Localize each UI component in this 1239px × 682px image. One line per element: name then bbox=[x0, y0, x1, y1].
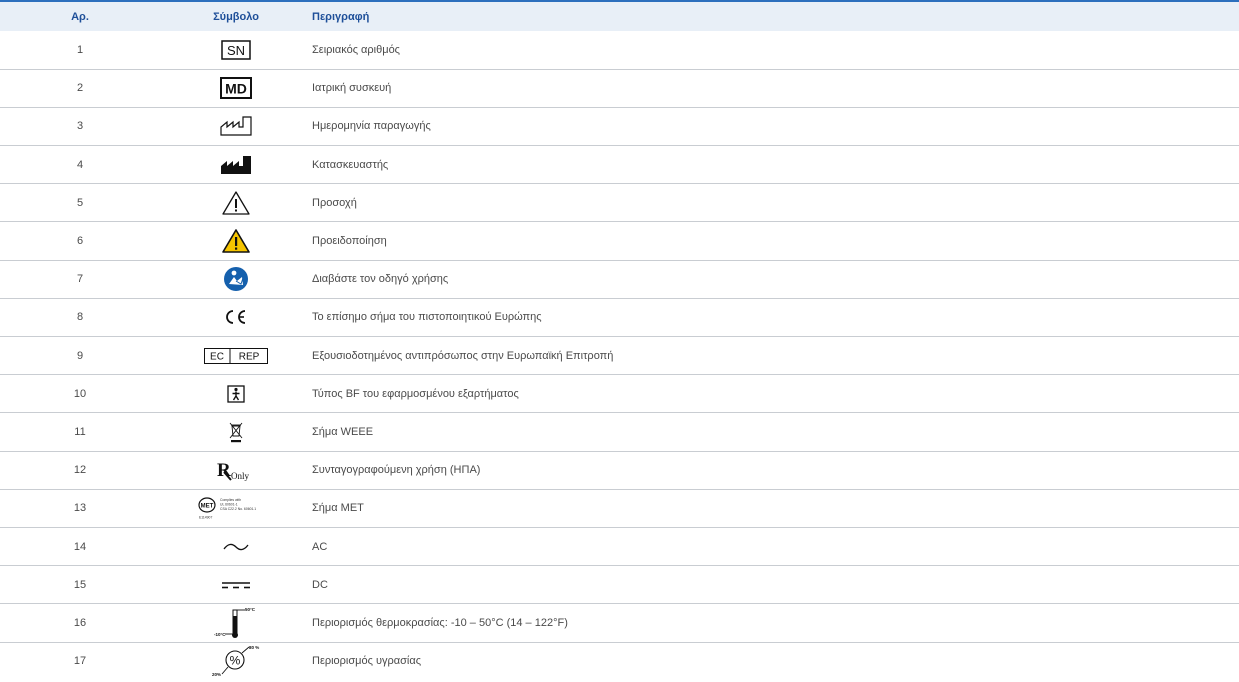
row-description: Κατασκευαστής bbox=[312, 145, 1239, 185]
table-header-row: Αρ. Σύμβολο Περιγραφή bbox=[0, 0, 1239, 31]
row-number: 14 bbox=[0, 527, 160, 567]
row-number: 12 bbox=[0, 451, 160, 490]
row-number: 11 bbox=[0, 412, 160, 452]
row-number: 16 bbox=[0, 603, 160, 643]
humidity-limit-icon: % 80 % 20% bbox=[212, 645, 259, 677]
warning-icon bbox=[222, 229, 250, 253]
row-number: 15 bbox=[0, 565, 160, 605]
row-number: 5 bbox=[0, 183, 160, 223]
medical-device-md-icon: MD bbox=[220, 77, 252, 100]
ec-rep-icon: EC REP bbox=[204, 347, 268, 364]
header-symbol: Σύμβολο bbox=[160, 0, 312, 31]
symbols-table: Αρ. Σύμβολο Περιγραφή 1 SN Σειριακός αρι… bbox=[0, 0, 1239, 680]
row-description: Προειδοποίηση bbox=[312, 221, 1239, 261]
table-row: 15 DC bbox=[0, 565, 1239, 605]
sn-text: SN bbox=[227, 43, 245, 58]
row-description: Συνταγογραφούμενη χρήση (ΗΠΑ) bbox=[312, 451, 1239, 490]
table-row: 7 Διαβάστε τον οδηγό χρήσης bbox=[0, 260, 1239, 299]
header-number: Αρ. bbox=[0, 0, 160, 31]
table-row: 4 Κατασκευαστής bbox=[0, 145, 1239, 185]
table-row: 13 MET Complies with UL 60601-1 CSA C22.… bbox=[0, 489, 1239, 528]
row-description: Ιατρική συσκευή bbox=[312, 69, 1239, 108]
direct-current-icon bbox=[222, 581, 250, 589]
rx-only-text: Only bbox=[231, 471, 250, 481]
row-description: Σήμα MET bbox=[312, 489, 1239, 528]
met-line-3: CSA C22.2 No. 60601.1 bbox=[220, 507, 256, 511]
table-row: 1 SN Σειριακός αριθμός bbox=[0, 31, 1239, 70]
met-mark-icon: MET Complies with UL 60601-1 CSA C22.2 N… bbox=[198, 497, 256, 520]
temp-low-label: -10°C bbox=[214, 632, 226, 637]
type-bf-applied-part-icon bbox=[227, 385, 245, 403]
row-description: Προσοχή bbox=[312, 183, 1239, 223]
humidity-high-label: 80 % bbox=[249, 645, 259, 650]
weee-icon bbox=[229, 422, 243, 443]
row-description: Τύπος BF του εφαρμοσμένου εξαρτήματος bbox=[312, 374, 1239, 414]
row-description: Ημερομηνία παραγωγής bbox=[312, 107, 1239, 147]
row-number: 2 bbox=[0, 69, 160, 108]
row-description: AC bbox=[312, 527, 1239, 567]
header-description: Περιγραφή bbox=[312, 0, 1239, 31]
table-row: 3 Ημερομηνία παραγωγής bbox=[0, 107, 1239, 147]
temperature-limit-icon: 50°C -10°C bbox=[214, 607, 256, 638]
table-row: 11 Σήμα WEEE bbox=[0, 412, 1239, 452]
temp-high-label: 50°C bbox=[245, 607, 256, 612]
table-row: 2 MD Ιατρική συσκευή bbox=[0, 69, 1239, 108]
row-description: Περιορισμός υγρασίας bbox=[312, 655, 421, 668]
rep-text: REP bbox=[239, 351, 260, 362]
row-description: Σήμα WEEE bbox=[312, 412, 1239, 452]
date-of-manufacture-icon bbox=[220, 116, 252, 137]
row-description: Διαβάστε τον οδηγό χρήσης bbox=[312, 260, 1239, 299]
serial-number-sn-icon: SN bbox=[221, 40, 251, 60]
table-row: 16 50°C -10°C Περιορισμός θερμοκρασίας: … bbox=[0, 603, 1239, 643]
row-description: Εξουσιοδοτημένος αντιπρόσωπος στην Ευρωπ… bbox=[312, 336, 1239, 376]
table-row: 12 R Only Συνταγογραφούμενη χρήση (ΗΠΑ) bbox=[0, 451, 1239, 490]
met-line-2: UL 60601-1 bbox=[220, 503, 238, 507]
row-number: 1 bbox=[0, 31, 160, 70]
met-logo-text: MET bbox=[201, 504, 214, 510]
row-description: Το επίσημο σήμα του πιστοποιητικού Ευρώπ… bbox=[312, 298, 1239, 338]
table-row: 9 EC REP Εξουσιοδοτημένος αντιπρόσωπος σ… bbox=[0, 336, 1239, 376]
table-row: 6 Προειδοποίηση bbox=[0, 221, 1239, 261]
met-line-1: Complies with bbox=[220, 498, 241, 502]
rx-only-icon: R Only bbox=[217, 460, 250, 481]
row-number: 17 bbox=[73, 655, 87, 668]
table-row: 17 % 80 % 20% Περιορισμός υγρασίας bbox=[0, 642, 1239, 680]
row-number: 7 bbox=[0, 260, 160, 299]
row-description: DC bbox=[312, 565, 1239, 605]
row-number: 3 bbox=[0, 107, 160, 147]
alternating-current-icon bbox=[223, 543, 249, 550]
caution-icon bbox=[222, 191, 250, 215]
row-number: 9 bbox=[0, 336, 160, 376]
table-row: 5 Προσοχή bbox=[0, 183, 1239, 223]
met-code: E114907 bbox=[199, 516, 212, 520]
row-number: 6 bbox=[0, 221, 160, 261]
table-row: 8 Το επίσημο σήμα του πιστοποιητικού Ευρ… bbox=[0, 298, 1239, 338]
row-number: 4 bbox=[0, 145, 160, 185]
ec-text: EC bbox=[210, 351, 224, 362]
row-number: 8 bbox=[0, 298, 160, 338]
md-text: MD bbox=[225, 81, 247, 97]
row-number: 10 bbox=[0, 374, 160, 414]
ce-mark-icon bbox=[226, 310, 246, 325]
row-description: Περιορισμός θερμοκρασίας: -10 – 50°C (14… bbox=[312, 603, 1239, 643]
row-description: Σειριακός αριθμός bbox=[312, 31, 1239, 70]
manufacturer-icon bbox=[221, 155, 251, 174]
humidity-percent-glyph: % bbox=[230, 654, 241, 668]
table-row: 14 AC bbox=[0, 527, 1239, 567]
read-manual-icon bbox=[224, 267, 248, 292]
table-row: 10 Τύπος BF του εφαρμοσμένου εξαρτήματος bbox=[0, 374, 1239, 414]
humidity-low-label: 20% bbox=[212, 672, 221, 677]
row-number: 13 bbox=[0, 489, 160, 528]
